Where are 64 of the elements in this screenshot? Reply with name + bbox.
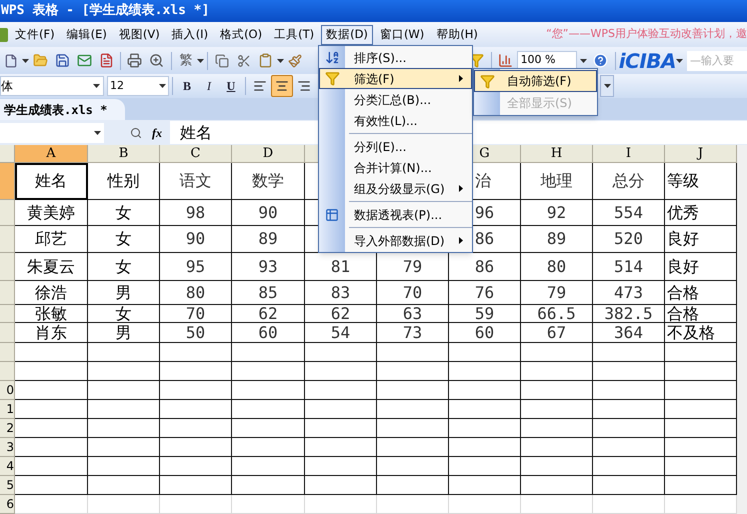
table-cell: 黄美婷 [15,200,88,226]
notice-text: “您”——WPS用户体验互动改善计划，邀 [546,26,747,42]
table-cell: 66.5 [521,305,593,323]
table-cell: 364 [593,323,665,343]
table-cell: 73 [377,323,449,343]
table-cell: 80 [160,281,232,305]
table-cell: 男 [88,281,160,305]
table-cell: 女 [88,226,160,253]
table-cell: 95 [160,253,232,281]
table-cell: 554 [593,200,665,226]
table-cell: 女 [88,305,160,323]
table-cell: 67 [521,323,593,343]
table-cell: 520 [593,226,665,253]
table-cell: 性别 [88,163,160,200]
table-cell: 70 [160,305,232,323]
table-cell: 90 [232,200,305,226]
table-cell: 合格 [665,281,737,305]
table-cell: 92 [521,200,593,226]
table-cell: 54 [305,323,377,343]
table-cell: 98 [160,200,232,226]
table-cell: 83 [305,281,377,305]
table-cell: 85 [232,281,305,305]
table-cell: 女 [88,200,160,226]
table-cell: 79 [377,253,449,281]
iciba-logo: iCIBA [618,50,676,70]
table-cell: 优秀 [665,200,737,226]
table-cell: 男 [88,323,160,343]
table-cell: 89 [521,226,593,253]
table-cell: 张敏 [15,305,88,323]
table-cell: 50 [160,323,232,343]
table-cell: 数学 [232,163,305,200]
table-cell: 86 [449,253,521,281]
table-cell: 514 [593,253,665,281]
table-cell: 肖东 [15,323,88,343]
window-title: WPS 表格 - [学生成绩表.xls *] [1,2,210,20]
table-cell: 62 [232,305,305,323]
table-cell: 不及格 [665,323,737,343]
table-cell: 良好 [665,226,737,253]
table-cell: 63 [377,305,449,323]
table-cell: 总分 [593,163,665,200]
table-cell: 90 [160,226,232,253]
table-cell: 等级 [665,163,737,200]
table-cell: 473 [593,281,665,305]
table-cell: 89 [232,226,305,253]
table-cell: 70 [377,281,449,305]
table-cell: 60 [449,323,521,343]
table-cell: 79 [521,281,593,305]
table-cell: 语文 [160,163,232,200]
table-cell: 良好 [665,253,737,281]
table-cell: 朱夏云 [15,253,88,281]
table-cell: 382.5 [593,305,665,323]
table-cell: 姓名 [15,163,88,200]
table-cell: 62 [305,305,377,323]
table-cell: 60 [232,323,305,343]
table-cell: 81 [305,253,377,281]
table-cell: 76 [449,281,521,305]
table-cell: 地理 [521,163,593,200]
table-cell: 93 [232,253,305,281]
table-cell: 邱艺 [15,226,88,253]
table-cell: 合格 [665,305,737,323]
table-cell: 59 [449,305,521,323]
table-cell: 徐浩 [15,281,88,305]
table-cell: 女 [88,253,160,281]
table-cell: 80 [521,253,593,281]
